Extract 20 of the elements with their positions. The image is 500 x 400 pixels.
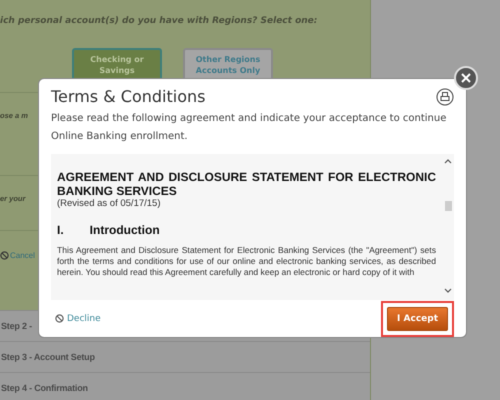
decline-link[interactable]: Decline	[55, 314, 101, 324]
scroll-down-icon[interactable]	[444, 288, 452, 294]
scrollbar-thumb[interactable]	[444, 201, 452, 211]
agreement-text: This Agreement and Disclosure Statement for Electronic Banking Services (the "Agreement") sets forth the terms and conditions for use of our online and electronic banking services, as described herein. You should read this Agreement carefully and keep an electronic or hard copy of it with	[57, 245, 436, 278]
question-text: ich personal account(s) do you have with Regions? Select one:	[0, 15, 318, 26]
dialog-title: Terms & Conditions	[51, 87, 206, 106]
section-number: I.	[57, 223, 64, 237]
scroll-up-icon[interactable]	[444, 158, 452, 164]
print-icon[interactable]	[436, 88, 454, 106]
decline-icon	[55, 314, 64, 323]
revision-text: (Revised as of 05/17/15)	[57, 198, 162, 209]
close-icon	[461, 73, 471, 83]
step-header[interactable]: Step 3 - Account Setup	[0, 341, 370, 372]
cancel-link[interactable]: Cancel	[0, 250, 35, 260]
step-header[interactable]: Step 4 - Confirmation	[0, 372, 370, 400]
agreement-heading: AGREEMENT AND DISCLOSURE STATEMENT FOR ELECTRONIC BANKING SERVICES	[57, 170, 436, 198]
section-title: Introduction	[90, 223, 160, 237]
accept-button[interactable]: I Accept	[387, 306, 448, 330]
cancel-icon	[0, 250, 9, 260]
intro-text: Please read the following agreement and indicate your acceptance to continue Online Banking enrollment.	[51, 112, 448, 144]
